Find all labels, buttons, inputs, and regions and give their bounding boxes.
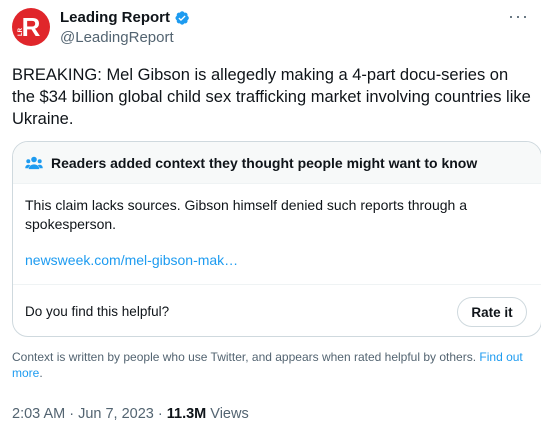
community-notes-disclaimer: Context is written by people who use Twi… <box>12 349 534 381</box>
author-display-name[interactable]: Leading Report <box>60 9 170 27</box>
tweet-text: BREAKING: Mel Gibson is allegedly making… <box>12 66 531 128</box>
disclaimer-text: Context is written by people who use Twi… <box>12 350 477 364</box>
author-handle[interactable]: @LeadingReport <box>60 28 190 47</box>
helpful-question: Do you find this helpful? <box>25 304 170 319</box>
author-display-name-row: Leading Report <box>60 9 190 27</box>
community-note-body: This claim lacks sources. Gibson himself… <box>13 184 541 270</box>
community-note-title: Readers added context they thought peopl… <box>51 154 478 171</box>
tweet-metadata: 2:03 AM · Jun 7, 2023 · 11.3M Views <box>12 406 249 422</box>
community-note-card: Readers added context they thought peopl… <box>12 141 541 337</box>
more-options-icon[interactable]: ··· <box>508 6 529 27</box>
community-note-text: This claim lacks sources. Gibson himself… <box>25 197 467 232</box>
author-names: Leading Report @LeadingReport <box>60 9 190 47</box>
rate-it-button[interactable]: Rate it <box>457 297 527 327</box>
tweet-timestamp[interactable]: 2:03 AM · Jun 7, 2023 · <box>12 406 167 422</box>
community-note-header: Readers added context they thought peopl… <box>13 142 541 184</box>
community-note-source-link[interactable]: newsweek.com/mel-gibson-mak… <box>25 251 529 270</box>
views-label: Views <box>206 406 249 422</box>
divider <box>13 284 541 285</box>
avatar-sub-label: LR <box>18 28 24 36</box>
views-count: 11.3M <box>166 406 207 422</box>
tweet-header: R LR Leading Report @LeadingReport ··· <box>12 6 533 48</box>
avatar[interactable]: R LR <box>12 8 50 46</box>
disclaimer-period: . <box>39 366 43 380</box>
people-icon <box>25 156 43 169</box>
verified-badge-icon <box>175 11 189 25</box>
avatar-letter: R <box>21 11 41 42</box>
